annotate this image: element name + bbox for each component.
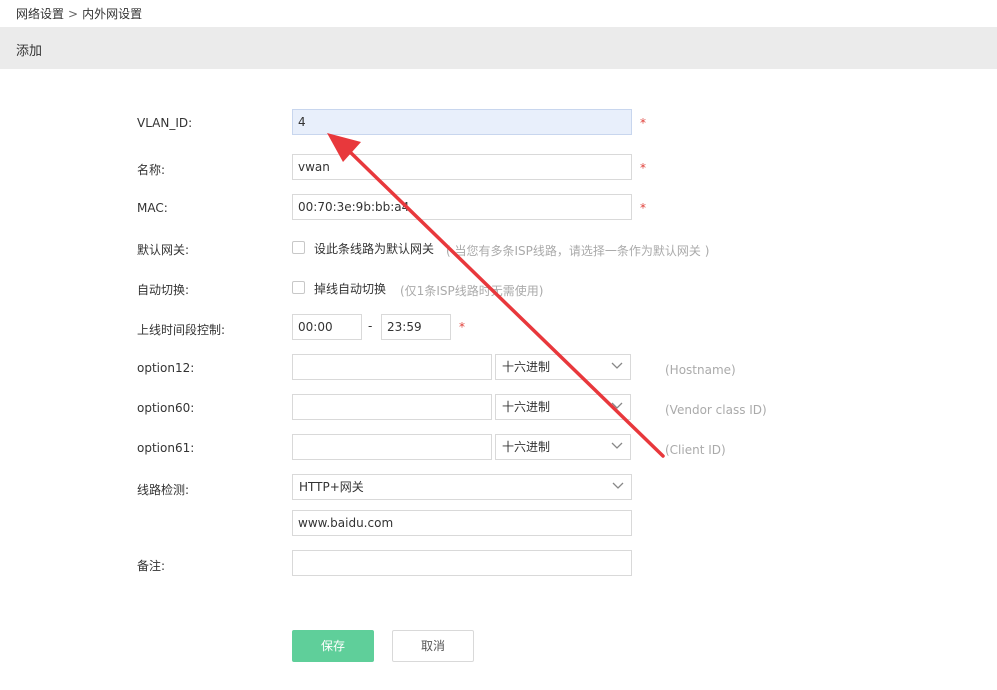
name-label: 名称: xyxy=(137,163,166,177)
option61-label: option61: xyxy=(137,441,195,455)
breadcrumb-parent[interactable]: 网络设置 xyxy=(16,7,64,21)
panel-header: 添加 xyxy=(0,27,997,69)
auto-switch-label: 自动切换: xyxy=(137,283,190,297)
name-input[interactable]: vwan xyxy=(292,154,632,180)
default-gateway-label: 默认网关: xyxy=(137,243,190,257)
option60-input[interactable] xyxy=(292,394,492,420)
line-check-method-select[interactable]: HTTP+网关 xyxy=(292,474,632,500)
option12-label: option12: xyxy=(137,361,195,375)
remark-input[interactable] xyxy=(292,550,632,576)
online-time-start-input[interactable]: 00:00 xyxy=(292,314,362,340)
save-button[interactable]: 保存 xyxy=(292,630,374,662)
option60-hint: (Vendor class ID) xyxy=(665,403,767,417)
mac-required-mark: * xyxy=(640,201,646,215)
chevron-down-icon xyxy=(611,442,623,449)
option60-label: option60: xyxy=(137,401,195,415)
breadcrumb: 网络设置 > 内外网设置 xyxy=(16,5,142,22)
remark-label: 备注: xyxy=(137,559,166,573)
option60-encoding-select[interactable]: 十六进制 xyxy=(495,394,631,420)
breadcrumb-current: 内外网设置 xyxy=(82,7,143,21)
default-gateway-checkbox[interactable] xyxy=(292,241,305,254)
line-check-host-input[interactable]: www.baidu.com xyxy=(292,510,632,536)
vlan-id-input[interactable]: 4 xyxy=(292,109,632,135)
option60-encoding-value: 十六进制 xyxy=(502,400,551,414)
option12-input[interactable] xyxy=(292,354,492,380)
option61-encoding-value: 十六进制 xyxy=(502,440,551,454)
default-gateway-hint: ( 当您有多条ISP线路，请选择一条作为默认网关 ) xyxy=(446,244,710,258)
online-time-required-mark: * xyxy=(459,320,465,334)
option61-input[interactable] xyxy=(292,434,492,460)
cancel-button[interactable]: 取消 xyxy=(392,630,474,662)
option12-encoding-value: 十六进制 xyxy=(502,360,551,374)
default-gateway-checkbox-label[interactable]: 设此条线路为默认网关 xyxy=(314,240,434,257)
chevron-down-icon xyxy=(611,402,623,409)
vlan-id-label: VLAN_ID: xyxy=(137,116,193,130)
chevron-down-icon xyxy=(612,482,624,489)
line-check-label: 线路检测: xyxy=(137,483,190,497)
chevron-down-icon xyxy=(611,362,623,369)
option12-encoding-select[interactable]: 十六进制 xyxy=(495,354,631,380)
online-time-end-input[interactable]: 23:59 xyxy=(381,314,451,340)
mac-label: MAC: xyxy=(137,201,168,215)
auto-switch-checkbox[interactable] xyxy=(292,281,305,294)
option61-encoding-select[interactable]: 十六进制 xyxy=(495,434,631,460)
auto-switch-hint: (仅1条ISP线路时无需使用) xyxy=(400,284,544,298)
line-check-method-value: HTTP+网关 xyxy=(299,480,364,494)
option61-hint: (Client ID) xyxy=(665,443,726,457)
option12-hint: (Hostname) xyxy=(665,363,736,377)
panel-title: 添加 xyxy=(16,44,43,59)
online-time-dash: - xyxy=(368,319,373,333)
breadcrumb-separator: > xyxy=(68,7,79,21)
online-time-label: 上线时间段控制: xyxy=(137,323,226,337)
mac-input[interactable]: 00:70:3e:9b:bb:a4 xyxy=(292,194,632,220)
auto-switch-checkbox-label[interactable]: 掉线自动切换 xyxy=(314,280,386,297)
annotation-arrow xyxy=(327,133,665,458)
vlan-id-required-mark: * xyxy=(640,116,646,130)
name-required-mark: * xyxy=(640,161,646,175)
